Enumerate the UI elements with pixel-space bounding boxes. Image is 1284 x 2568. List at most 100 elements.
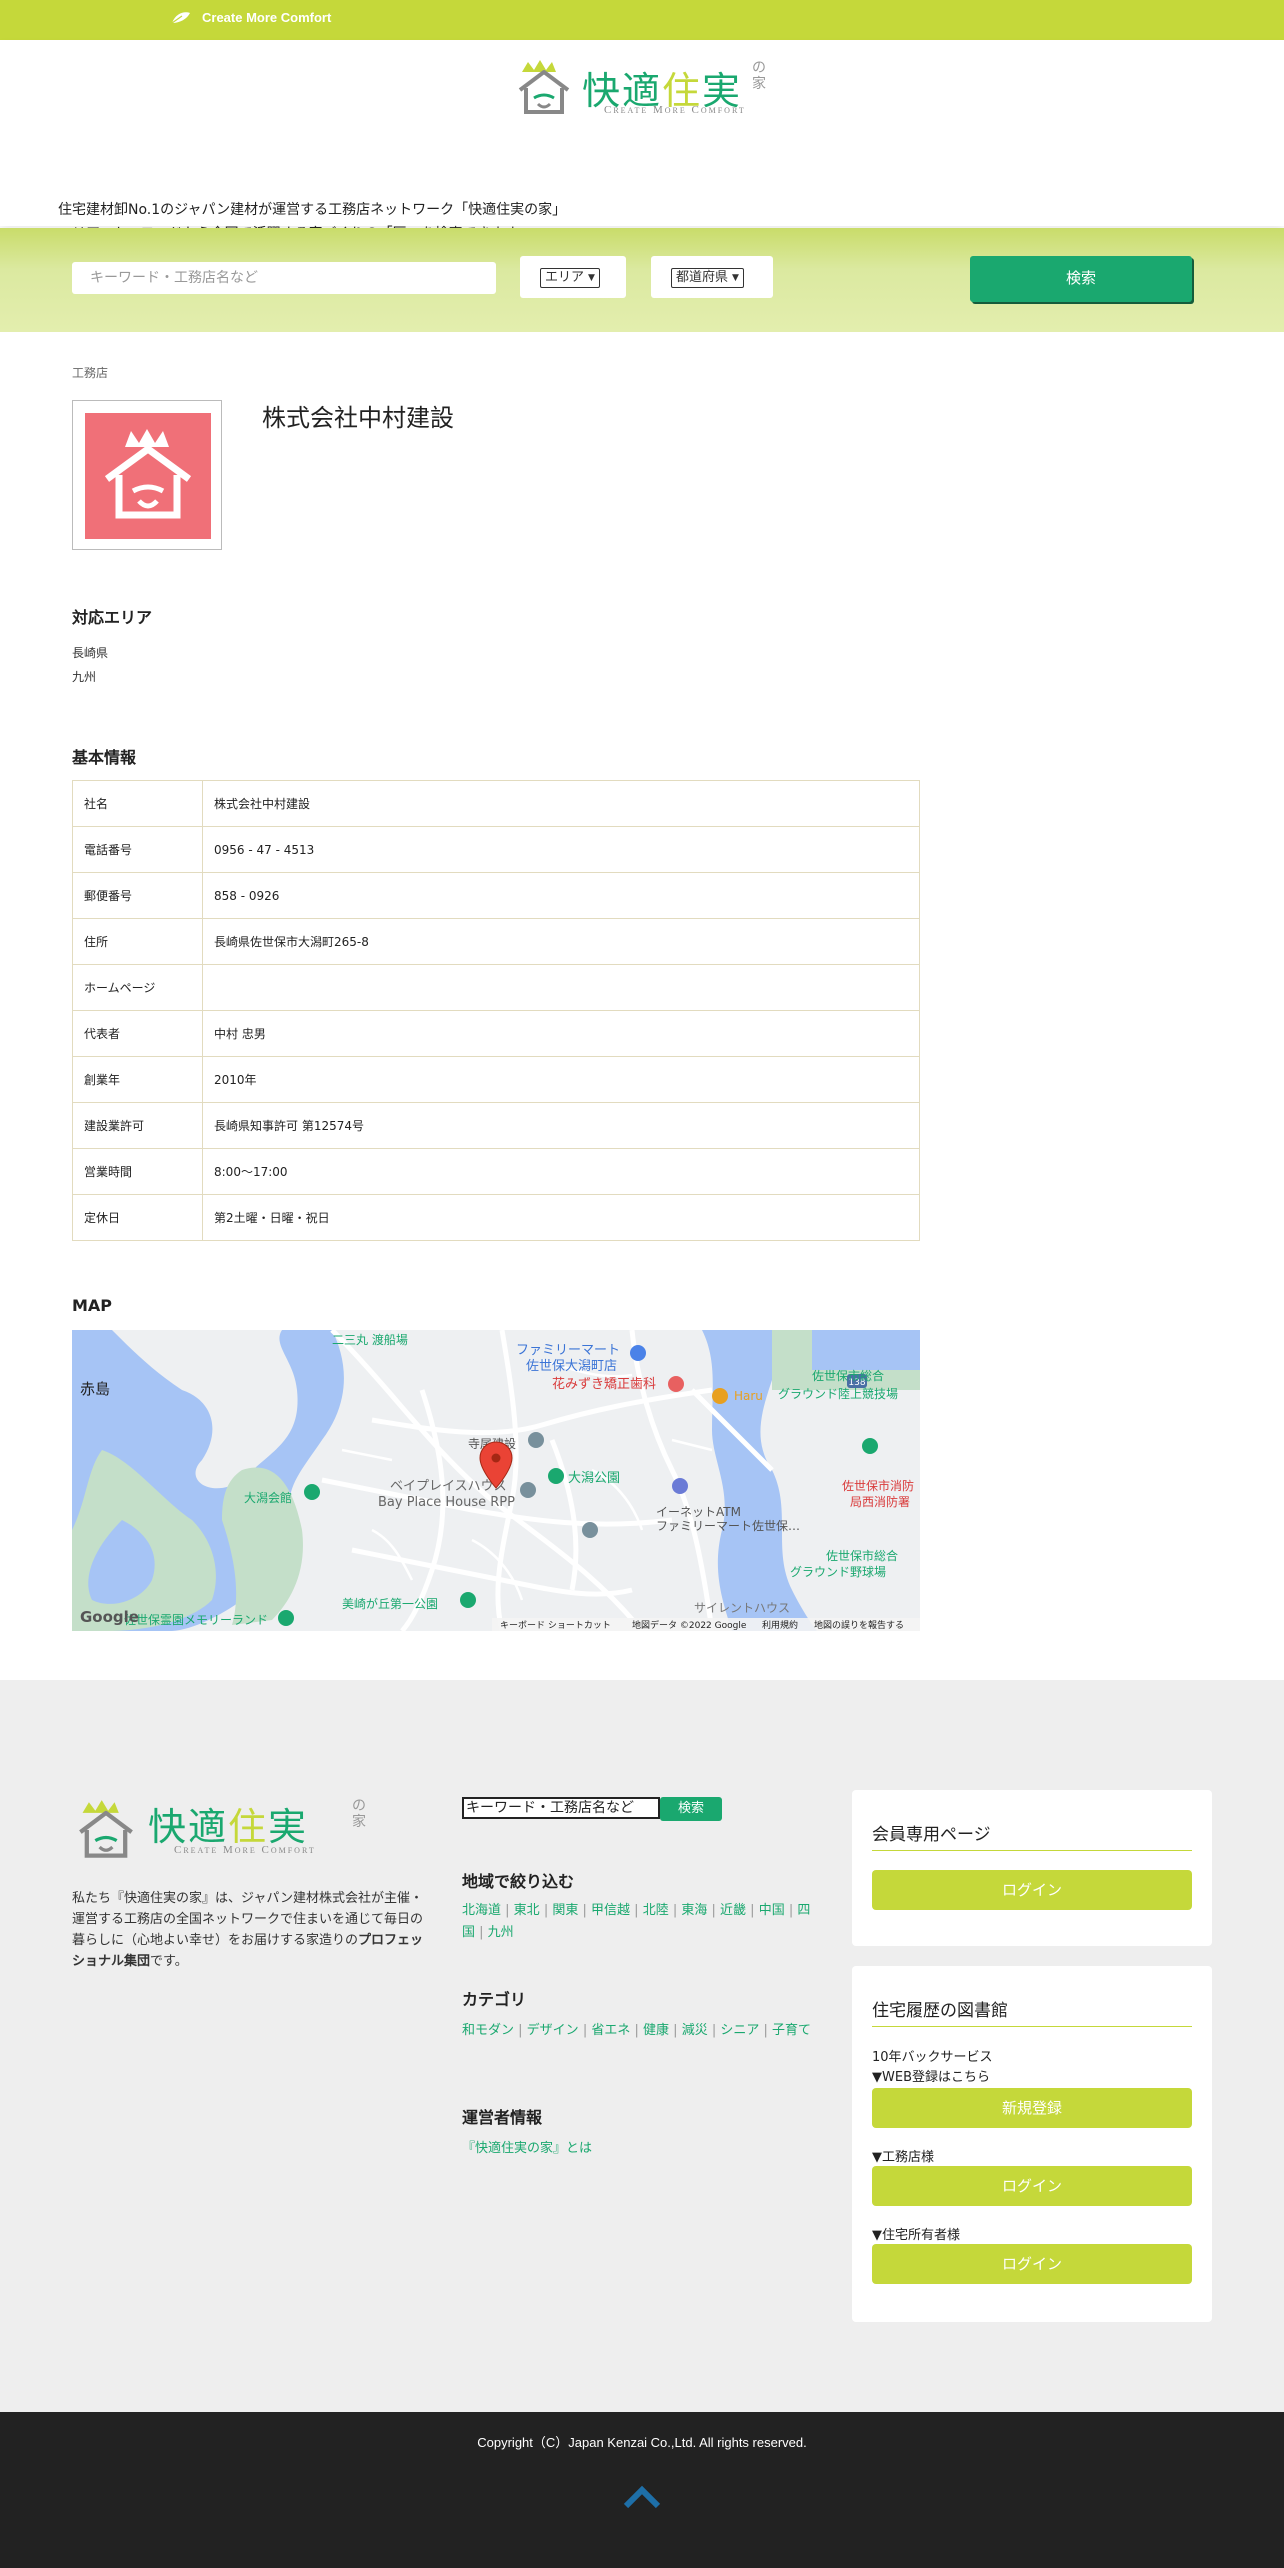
row-key: 営業時間 bbox=[72, 1148, 203, 1195]
builder-label: ▼工務店様 bbox=[872, 2150, 934, 2165]
leaf-logo-icon bbox=[171, 11, 190, 23]
footer-search-input[interactable]: キーワード・工務店名など bbox=[462, 1797, 660, 1819]
google-logo: Google bbox=[80, 1608, 139, 1626]
logo-suffix: の家 bbox=[752, 60, 766, 92]
about-link[interactable]: 『快適住実の家』とは bbox=[462, 2141, 592, 2156]
keyword-search-input[interactable]: キーワード・工務店名など bbox=[72, 262, 496, 294]
row-key: 建設業許可 bbox=[72, 1102, 203, 1149]
stadium-pin-icon[interactable] bbox=[862, 1438, 878, 1454]
map-label: 佐世保市総合 bbox=[826, 1548, 898, 1563]
prefecture-select[interactable]: 都道府県 ▼ bbox=[671, 268, 744, 288]
table-row: 社名 株式会社中村建設 bbox=[72, 780, 920, 827]
place-pin-icon[interactable] bbox=[520, 1482, 536, 1498]
map-label: Haru bbox=[734, 1389, 763, 1403]
map-canvas[interactable]: 138 赤島 二三丸 渡船場 ファミリーマート 佐世保大潟町店 花みずき矯正歯科… bbox=[72, 1330, 920, 1631]
area-item: 長崎県 bbox=[72, 646, 109, 660]
map-title: MAP bbox=[72, 1296, 113, 1315]
place-pin-icon[interactable] bbox=[528, 1432, 544, 1448]
house-mascot-icon bbox=[79, 1800, 133, 1858]
table-row: 建設業許可 長崎県知事許可 第12574号 bbox=[72, 1102, 920, 1149]
row-key: 電話番号 bbox=[72, 826, 203, 873]
tagline-text: Create More Comfort bbox=[202, 10, 332, 25]
library-web-reg-text: ▼WEB登録はこちら bbox=[872, 2070, 990, 2085]
row-key: 住所 bbox=[72, 918, 203, 965]
back-to-top-icon[interactable] bbox=[622, 2484, 662, 2510]
owner-login-button[interactable]: ログイン bbox=[872, 2244, 1192, 2284]
hall-pin-icon[interactable] bbox=[304, 1484, 320, 1500]
table-row: 電話番号 0956 - 47 - 4513 bbox=[72, 826, 920, 873]
memorial-pin-icon[interactable] bbox=[278, 1610, 294, 1626]
google-map[interactable]: 138 赤島 二三丸 渡船場 ファミリーマート 佐世保大潟町店 花みずき矯正歯科… bbox=[72, 1330, 920, 1631]
row-value: 長崎県佐世保市大潟町265-8 bbox=[202, 918, 920, 965]
map-label: 美崎が丘第一公園 bbox=[342, 1596, 438, 1611]
chevron-down-icon: ▼ bbox=[732, 273, 739, 283]
divider bbox=[872, 1850, 1192, 1851]
intro-line-1: 住宅建材卸No.1のジャパン建材が運営する工務店ネットワーク「快適住実の家」 bbox=[58, 202, 567, 218]
map-label: 二三丸 渡船場 bbox=[332, 1332, 408, 1347]
category-link[interactable]: 健康 bbox=[643, 2023, 669, 2038]
map-label: イーネットATM bbox=[656, 1505, 741, 1519]
row-value: 第2土曜・日曜・祝日 bbox=[202, 1194, 920, 1241]
region-link[interactable]: 関東 bbox=[552, 1903, 578, 1918]
house-mascot-icon bbox=[104, 429, 192, 519]
region-link[interactable]: 北海道 bbox=[462, 1903, 501, 1918]
row-value: 長崎県知事許可 第12574号 bbox=[202, 1102, 920, 1149]
breadcrumb[interactable]: 工務店 bbox=[72, 364, 108, 381]
region-link[interactable]: 近畿 bbox=[720, 1903, 746, 1918]
area-select[interactable]: エリア ▼ bbox=[540, 268, 600, 288]
region-link[interactable]: 九州 bbox=[488, 1925, 514, 1940]
footer-search-button[interactable]: 検索 bbox=[660, 1797, 722, 1821]
row-key: 定休日 bbox=[72, 1194, 203, 1241]
map-label: 花みずき矯正歯科 bbox=[552, 1376, 656, 1392]
map-label: ベイプレイスハウス bbox=[390, 1479, 507, 1494]
table-row: 郵便番号 858 - 0926 bbox=[72, 872, 920, 919]
row-value: 858 - 0926 bbox=[202, 872, 920, 919]
restaurant-pin-icon[interactable] bbox=[712, 1388, 728, 1404]
table-row: 営業時間 8:00〜17:00 bbox=[72, 1148, 920, 1195]
map-shortcuts-link[interactable]: キーボード ショートカット bbox=[500, 1620, 611, 1631]
logo-wordmark: 快適住実 bbox=[148, 1805, 309, 1849]
region-link[interactable]: 東海 bbox=[681, 1903, 707, 1918]
members-title: 会員専用ページ bbox=[872, 1825, 991, 1845]
atm-pin-icon[interactable] bbox=[672, 1478, 688, 1494]
dental-pin-icon[interactable] bbox=[668, 1376, 684, 1392]
search-button[interactable]: 検索 bbox=[970, 256, 1192, 302]
footer-logo[interactable]: 快適住実 の家 Create More Comfort bbox=[72, 1796, 372, 1860]
category-link[interactable]: 省エネ bbox=[591, 2023, 630, 2038]
region-link[interactable]: 甲信越 bbox=[591, 1903, 630, 1918]
divider bbox=[872, 2026, 1192, 2027]
pref-select-box: 都道府県 ▼ bbox=[651, 256, 773, 298]
footer-description: 私たち『快適住実の家』は、ジャパン建材株式会社が主催・運営する工務店の全国ネット… bbox=[72, 1891, 424, 1969]
map-label: 佐世保市消防 bbox=[842, 1478, 914, 1493]
row-value: 8:00〜17:00 bbox=[202, 1148, 920, 1195]
members-login-button[interactable]: ログイン bbox=[872, 1870, 1192, 1910]
park-pin-icon[interactable] bbox=[548, 1468, 564, 1484]
park-pin-icon[interactable] bbox=[460, 1592, 476, 1608]
row-value: 株式会社中村建設 bbox=[202, 780, 920, 827]
map-report-link[interactable]: 地図の誤りを報告する bbox=[814, 1619, 904, 1631]
top-bar: Create More Comfort bbox=[0, 0, 1284, 40]
map-label: 赤島 bbox=[80, 1380, 110, 1398]
category-link[interactable]: 子育て bbox=[772, 2023, 811, 2038]
library-title: 住宅履歴の図書館 bbox=[872, 2001, 1008, 2021]
map-label: グラウンド陸上競技場 bbox=[778, 1386, 898, 1401]
members-card: 会員専用ページ ログイン bbox=[852, 1790, 1212, 1946]
tagline: Create More Comfort bbox=[170, 10, 331, 25]
region-link[interactable]: 北陸 bbox=[643, 1903, 669, 1918]
map-label: Bay Place House RPP bbox=[378, 1495, 515, 1510]
region-link[interactable]: 東北 bbox=[514, 1903, 540, 1918]
place-pin-icon[interactable] bbox=[582, 1522, 598, 1538]
category-title: カテゴリ bbox=[462, 1990, 527, 2009]
map-label: サイレントハウス bbox=[694, 1601, 790, 1615]
builder-login-button[interactable]: ログイン bbox=[872, 2166, 1192, 2206]
register-button[interactable]: 新規登録 bbox=[872, 2088, 1192, 2128]
category-link[interactable]: デザイン bbox=[527, 2023, 579, 2038]
category-link[interactable]: 和モダン bbox=[462, 2023, 514, 2038]
category-link[interactable]: 減災 bbox=[682, 2023, 708, 2038]
site-logo[interactable]: 快適住実 の家 Create More Comfort bbox=[512, 58, 772, 118]
map-terms-link[interactable]: 利用規約 bbox=[762, 1619, 798, 1631]
map-data-attribution: 地図データ ©2022 Google bbox=[632, 1619, 747, 1631]
category-link[interactable]: シニア bbox=[720, 2023, 759, 2038]
region-link[interactable]: 中国 bbox=[759, 1903, 785, 1918]
shop-pin-icon[interactable] bbox=[630, 1345, 646, 1361]
